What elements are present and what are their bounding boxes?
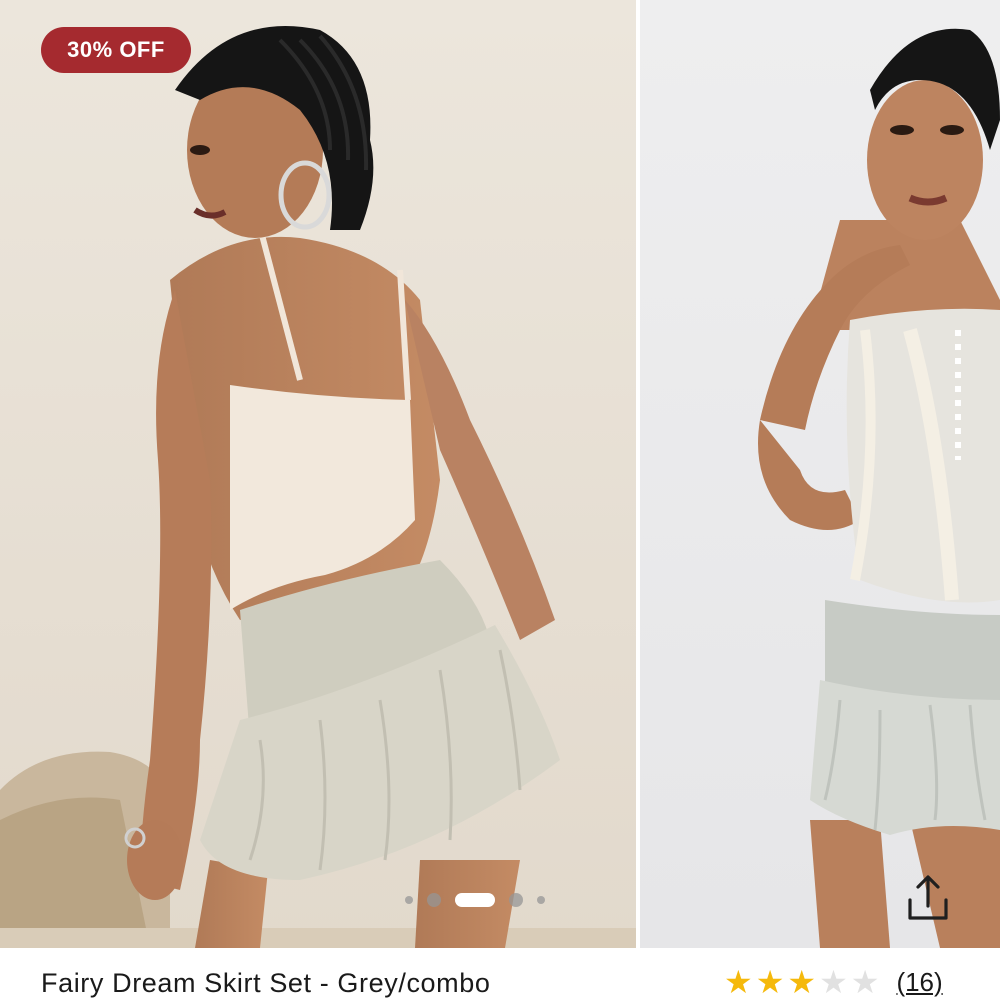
- discount-badge-label: 30% OFF: [67, 37, 165, 62]
- discount-badge: 30% OFF: [41, 27, 191, 73]
- product-image-gallery[interactable]: 30% OFF: [0, 0, 1000, 948]
- star-filled-icon: ★: [787, 964, 817, 1000]
- product-title: Fairy Dream Skirt Set - Grey/combo: [41, 968, 491, 998]
- carousel-dot[interactable]: [509, 893, 523, 907]
- carousel-dot[interactable]: [427, 893, 441, 907]
- product-photo-front[interactable]: [640, 0, 1000, 948]
- carousel-dot[interactable]: [405, 896, 413, 904]
- star-filled-icon: ★: [755, 964, 785, 1000]
- review-count-link[interactable]: (16): [896, 967, 942, 998]
- product-rating[interactable]: ★ ★ ★ ★ ★ (16): [724, 964, 943, 1000]
- carousel-pagination: [405, 890, 545, 910]
- star-empty-icon: ★: [850, 964, 880, 1000]
- product-photo-back-image: [0, 0, 636, 948]
- carousel-dot[interactable]: [537, 896, 545, 904]
- share-button[interactable]: [898, 868, 958, 928]
- product-photo-back[interactable]: [0, 0, 636, 948]
- share-icon: [908, 875, 948, 920]
- star-filled-icon: ★: [724, 964, 753, 1000]
- star-empty-icon: ★: [819, 964, 848, 1000]
- carousel-dot-active[interactable]: [455, 893, 495, 907]
- product-photo-front-image: [640, 0, 1000, 948]
